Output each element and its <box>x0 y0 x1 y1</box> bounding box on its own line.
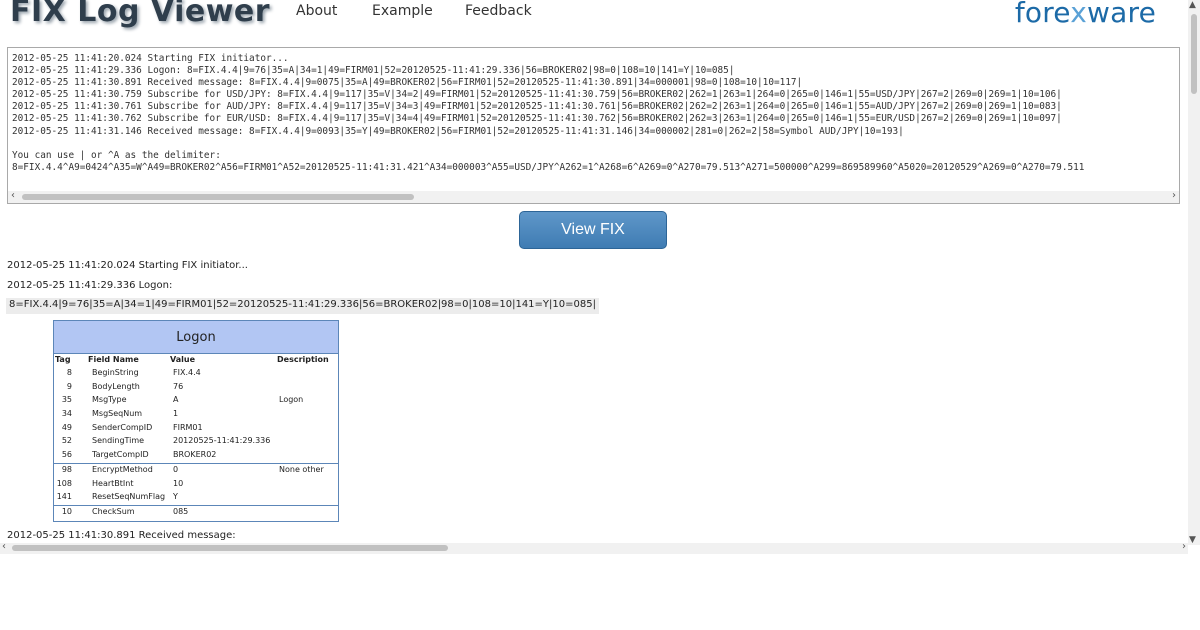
fix-body-section: 98 EncryptMethod 0 None other 108 HeartBtInt 1… <box>54 462 338 505</box>
log-input-line: 2012-05-25 11:41:29.336 Logon: 8=FIX.4.4… <box>12 65 735 77</box>
log-input-textarea[interactable]: 2012-05-25 11:41:20.024 Starting FIX ini… <box>7 47 1180 204</box>
scroll-up-icon[interactable]: ▲ <box>1189 0 1196 10</box>
output-log-line: 2012-05-25 11:41:30.891 Received message… <box>7 530 236 541</box>
field-name: EncryptMethod <box>92 464 153 474</box>
output-log-line: 2012-05-25 11:41:29.336 Logon: <box>7 280 173 291</box>
fix-table-row: 98 EncryptMethod 0 None other <box>54 464 338 478</box>
raw-fix-message: 8=FIX.4.4|9=76|35=A|34=1|49=FIRM01|52=20… <box>6 298 599 314</box>
fix-message-table: Logon Tag Field Name Value Description 8… <box>53 320 339 522</box>
fix-table-row: 56 TargetCompID BROKER02 <box>54 449 338 463</box>
scroll-left-icon[interactable]: ‹ <box>11 190 15 201</box>
app-title: FIX Log Viewer <box>10 0 271 29</box>
log-input-line: 2012-05-25 11:41:30.762 Subscribe for EU… <box>12 113 1062 125</box>
scrollbar-thumb[interactable] <box>12 545 448 551</box>
fix-table-row: 108 HeartBtInt 10 <box>54 478 338 492</box>
col-header-tag: Tag <box>55 355 71 364</box>
nav-example-link[interactable]: Example <box>372 3 433 19</box>
scroll-left-icon[interactable]: ‹ <box>2 541 6 552</box>
fix-table-title: Logon <box>54 321 338 354</box>
field-value: Y <box>173 492 178 502</box>
field-value: BROKER02 <box>173 450 217 460</box>
field-tag: 8 <box>66 368 72 377</box>
log-input-line: 8=FIX.4.4^A9=0424^A35=W^A49=BROKER02^A56… <box>12 161 1085 173</box>
field-name: MsgSeqNum <box>92 409 143 419</box>
fix-table-row: 52 SendingTime 20120525-11:41:29.336 <box>54 435 338 449</box>
field-name: BodyLength <box>92 381 140 391</box>
log-input-line: 2012-05-25 11:41:31.146 Received message… <box>12 125 904 137</box>
fix-table-row: 10 CheckSum 085 <box>54 506 338 520</box>
log-input-line: You can use | or ^A as the delimiter: <box>12 149 221 161</box>
scroll-right-icon[interactable]: › <box>1172 190 1176 201</box>
fix-table-row: 9 BodyLength 76 <box>54 381 338 395</box>
log-input-text: 2012-05-25 11:41:20.024 Starting FIX ini… <box>12 53 1175 174</box>
brand-text-x: x <box>1070 0 1088 29</box>
field-description: None other <box>279 464 324 474</box>
field-value: 0 <box>173 464 179 474</box>
field-value: 20120525-11:41:29.336 <box>173 436 271 446</box>
field-description: Logon <box>279 395 304 405</box>
output-log-line: 2012-05-25 11:41:20.024 Starting FIX ini… <box>7 260 248 271</box>
page-horizontal-scrollbar[interactable]: ‹ › <box>0 541 1188 554</box>
log-input-line: 2012-05-25 11:41:30.759 Subscribe for US… <box>12 89 1062 101</box>
field-value: FIX.4.4 <box>173 368 201 377</box>
scrollbar-thumb[interactable] <box>22 194 414 200</box>
fix-table-row: 49 SenderCompID FIRM01 <box>54 422 338 436</box>
scrollbar-thumb[interactable] <box>1191 14 1197 94</box>
field-name: CheckSum <box>92 506 135 516</box>
col-header-field-name: Field Name <box>88 355 139 364</box>
scroll-right-icon[interactable]: › <box>1182 541 1186 552</box>
fix-table-row: 8 BeginString FIX.4.4 <box>54 367 338 381</box>
field-tag: 49 <box>61 422 72 432</box>
brand-text-prefix: fore <box>1014 0 1071 29</box>
nav-about-link[interactable]: About <box>296 3 337 19</box>
field-tag: 34 <box>61 409 72 419</box>
field-value: 10 <box>173 478 184 488</box>
field-tag: 10 <box>61 506 72 516</box>
field-name: HeartBtInt <box>92 478 134 488</box>
field-tag: 56 <box>61 450 72 460</box>
col-header-description: Description <box>277 355 329 364</box>
field-name: MsgType <box>92 395 127 405</box>
log-input-horizontal-scrollbar[interactable]: ‹ › <box>8 190 1179 203</box>
fix-header-section: 8 BeginString FIX.4.4 9 BodyLength 76 35 MsgTyp… <box>54 367 338 463</box>
field-value: 1 <box>173 409 179 419</box>
field-tag: 98 <box>61 464 72 474</box>
scroll-down-icon[interactable]: ▼ <box>1189 535 1196 545</box>
field-tag: 9 <box>66 381 72 391</box>
fix-table-header: Tag Field Name Value Description <box>54 354 338 367</box>
page-vertical-scrollbar[interactable]: ▲ ▼ <box>1188 0 1200 545</box>
field-tag: 35 <box>61 395 72 405</box>
fix-table-row: 141 ResetSeqNumFlag Y <box>54 491 338 505</box>
field-tag: 52 <box>61 436 72 446</box>
col-header-value: Value <box>170 355 196 364</box>
log-input-line <box>12 138 1175 150</box>
field-name: SenderCompID <box>92 422 153 432</box>
fix-table-row: 35 MsgType A Logon <box>54 394 338 408</box>
brand-text-suffix: ware <box>1087 0 1156 29</box>
view-fix-button[interactable]: View FIX <box>519 211 667 249</box>
forexware-logo[interactable]: forexware <box>1015 0 1156 29</box>
field-name: SendingTime <box>92 436 145 446</box>
field-name: ResetSeqNumFlag <box>92 492 166 502</box>
page: FIX Log Viewer About Example Feedback fo… <box>0 0 1188 545</box>
field-value: 76 <box>173 381 184 391</box>
field-tag: 108 <box>56 478 72 488</box>
log-input-line: 2012-05-25 11:41:20.024 Starting FIX ini… <box>12 53 289 64</box>
fix-table-row: 34 MsgSeqNum 1 <box>54 408 338 422</box>
field-value: FIRM01 <box>173 422 203 432</box>
nav-feedback-link[interactable]: Feedback <box>465 3 532 19</box>
field-value: A <box>173 395 179 405</box>
fix-trailer-section: 10 CheckSum 085 <box>54 504 338 520</box>
field-tag: 141 <box>56 492 72 502</box>
field-value: 085 <box>173 506 189 516</box>
field-name: TargetCompID <box>92 450 149 460</box>
field-name: BeginString <box>92 368 139 377</box>
log-input-line: 2012-05-25 11:41:30.891 Received message… <box>12 77 803 89</box>
log-input-line: 2012-05-25 11:41:30.761 Subscribe for AU… <box>12 101 1062 113</box>
